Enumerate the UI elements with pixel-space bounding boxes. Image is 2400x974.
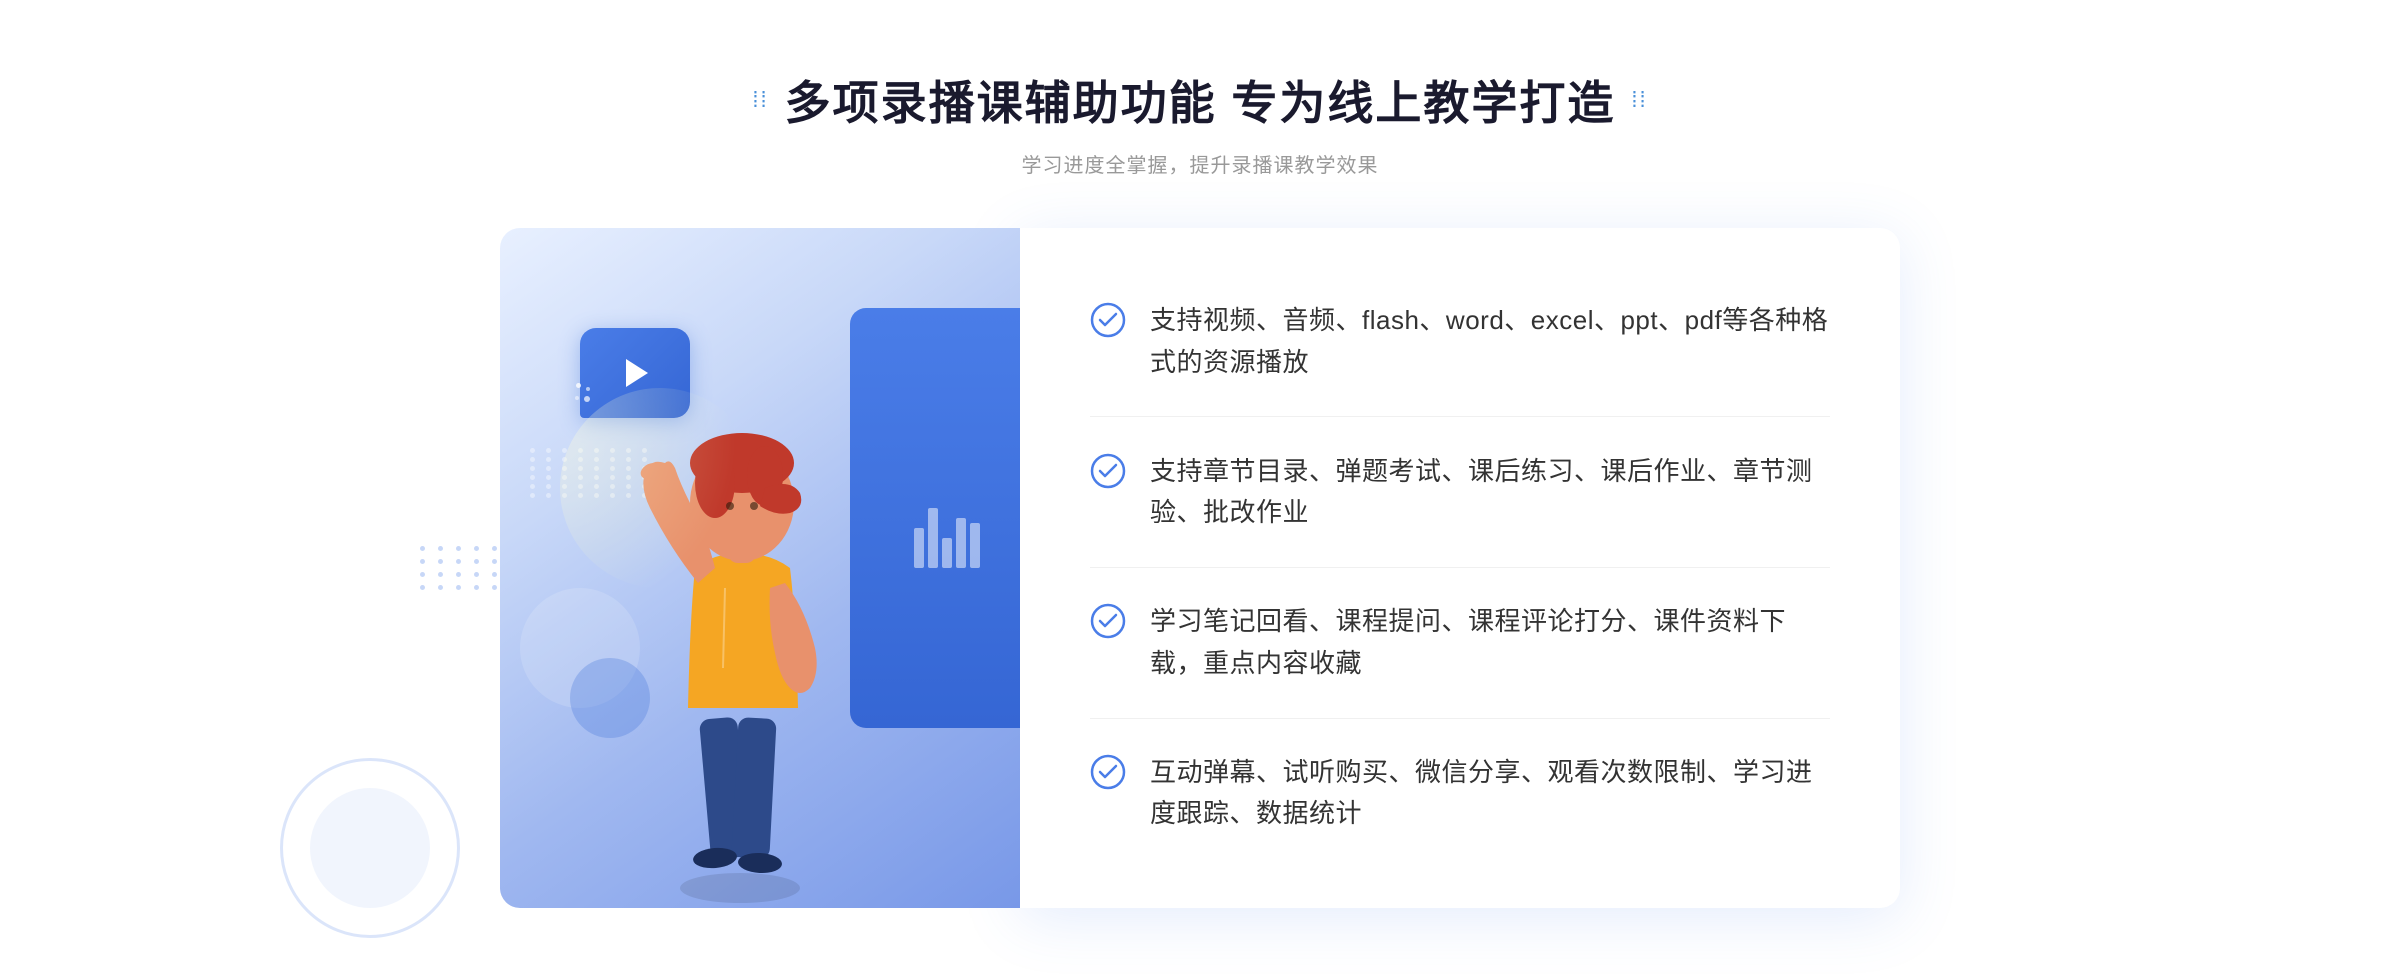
content-section: 支持视频、音频、flash、word、excel、ppt、pdf等各种格式的资源… xyxy=(500,228,1900,908)
right-panel: 支持视频、音频、flash、word、excel、ppt、pdf等各种格式的资源… xyxy=(1020,228,1900,908)
deco-circle-outer xyxy=(280,758,460,938)
feature-item-3: 学习笔记回看、课程提问、课程评论打分、课件资料下载，重点内容收藏 xyxy=(1090,585,1830,700)
check-icon-4 xyxy=(1090,754,1126,790)
feature-text-1: 支持视频、音频、flash、word、excel、ppt、pdf等各种格式的资源… xyxy=(1150,300,1830,383)
divider-2 xyxy=(1090,567,1830,568)
check-icon-3 xyxy=(1090,603,1126,639)
page-title: 多项录播课辅助功能 专为线上教学打造 xyxy=(785,67,1616,133)
title-dots-left: ⁞⁞ xyxy=(752,87,768,113)
check-icon-2 xyxy=(1090,453,1126,489)
left-panel xyxy=(500,228,1020,908)
feature-item-4: 互动弹幕、试听购买、微信分享、观看次数限制、学习进度跟踪、数据统计 xyxy=(1090,736,1830,851)
feature-text-3: 学习笔记回看、课程提问、课程评论打分、课件资料下载，重点内容收藏 xyxy=(1150,601,1830,684)
deco-bar-4 xyxy=(956,518,966,568)
page-subtitle: 学习进度全掌握，提升录播课教学效果 xyxy=(1022,149,1379,178)
feature-text-2: 支持章节目录、弹题考试、课后练习、课后作业、章节测验、批改作业 xyxy=(1150,451,1830,534)
sparkle-dots xyxy=(575,383,590,402)
main-content: › › xyxy=(500,228,1900,908)
feature-item-2: 支持章节目录、弹题考试、课后练习、课后作业、章节测验、批改作业 xyxy=(1090,435,1830,550)
title-dots-right: ⁞⁞ xyxy=(1631,87,1647,113)
feature-text-4: 互动弹幕、试听购买、微信分享、观看次数限制、学习进度跟踪、数据统计 xyxy=(1150,752,1830,835)
page-wrapper: ⁞⁞ 多项录播课辅助功能 专为线上教学打造 ⁞⁞ 学习进度全掌握，提升录播课教学… xyxy=(0,27,2400,948)
check-icon-1 xyxy=(1090,302,1126,338)
header-section: ⁞⁞ 多项录播课辅助功能 专为线上教学打造 ⁞⁞ 学习进度全掌握，提升录播课教学… xyxy=(752,67,1647,178)
bg-left-deco xyxy=(420,546,502,590)
divider-3 xyxy=(1090,718,1830,719)
divider-1 xyxy=(1090,416,1830,417)
deco-bar-5 xyxy=(970,523,980,568)
deco-bar-3 xyxy=(942,538,952,568)
feature-item-1: 支持视频、音频、flash、word、excel、ppt、pdf等各种格式的资源… xyxy=(1090,284,1830,399)
title-row: ⁞⁞ 多项录播课辅助功能 专为线上教学打造 ⁞⁞ xyxy=(752,67,1647,133)
